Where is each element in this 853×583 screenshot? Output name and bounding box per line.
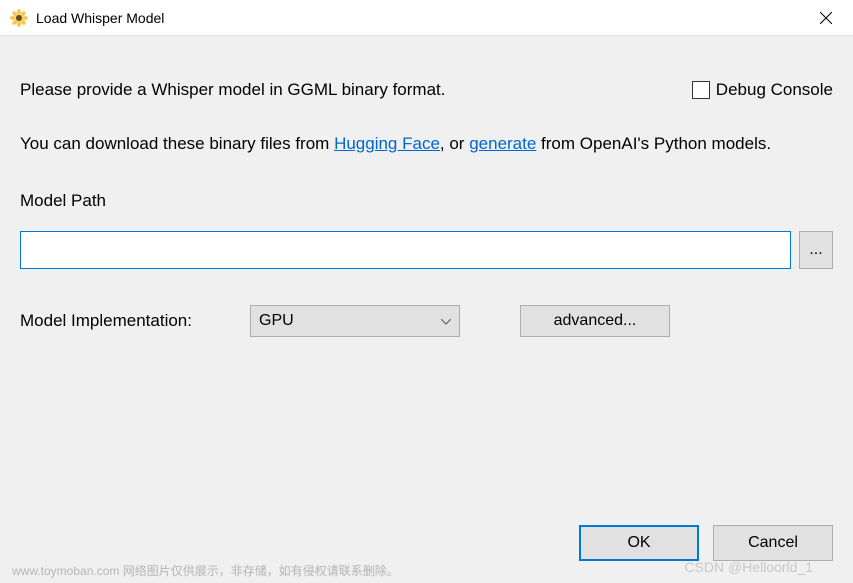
implementation-select[interactable]: GPU [250, 305, 460, 337]
implementation-label: Model Implementation: [20, 311, 220, 331]
chevron-down-icon [441, 312, 451, 330]
model-path-label: Model Path [20, 191, 833, 211]
debug-console-label: Debug Console [716, 80, 833, 100]
dialog-footer: OK Cancel [579, 525, 833, 561]
sunflower-icon [10, 9, 28, 27]
download-text: You can download these binary files from… [20, 130, 800, 157]
debug-console-checkbox[interactable]: Debug Console [692, 80, 833, 100]
hugging-face-link[interactable]: Hugging Face [334, 134, 440, 153]
instruction-text: Please provide a Whisper model in GGML b… [20, 80, 446, 100]
window-title: Load Whisper Model [36, 10, 803, 26]
cancel-button[interactable]: Cancel [713, 525, 833, 561]
generate-link[interactable]: generate [469, 134, 536, 153]
close-icon [820, 12, 832, 24]
close-button[interactable] [803, 2, 849, 34]
browse-button[interactable]: ... [799, 231, 833, 269]
watermark-right: CSDN @Helloorld_1 [684, 559, 813, 575]
debug-console-input[interactable] [692, 81, 710, 99]
dialog-content: Please provide a Whisper model in GGML b… [0, 36, 853, 357]
watermark-left: www.toymoban.com 网络图片仅供展示，非存储，如有侵权请联系删除。 [12, 562, 399, 579]
model-path-input[interactable] [20, 231, 791, 269]
advanced-button[interactable]: advanced... [520, 305, 670, 337]
implementation-value: GPU [259, 312, 294, 330]
titlebar: Load Whisper Model [0, 0, 853, 36]
ok-button[interactable]: OK [579, 525, 699, 561]
